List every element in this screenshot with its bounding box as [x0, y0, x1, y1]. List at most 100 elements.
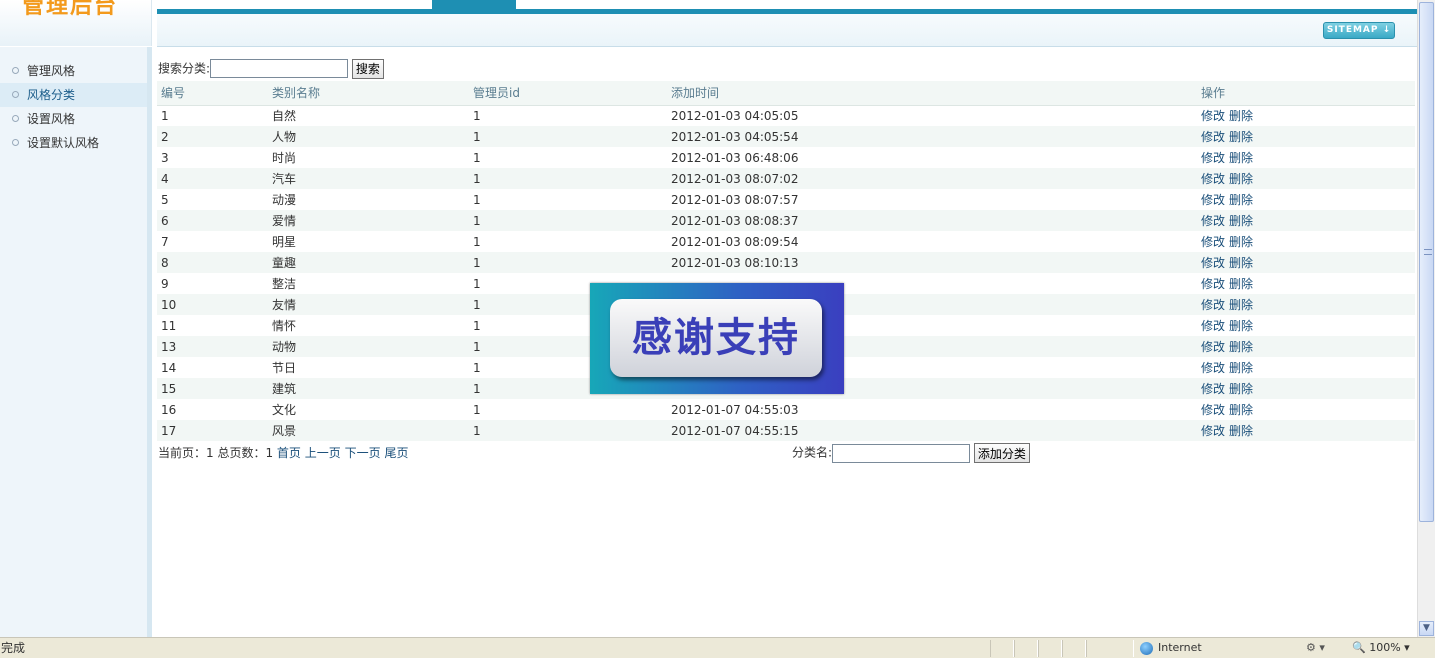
search-button[interactable]: 搜索: [351, 58, 384, 79]
edit-link[interactable]: 修改: [1201, 340, 1225, 354]
edit-link[interactable]: 修改: [1201, 130, 1225, 144]
edit-link[interactable]: 修改: [1201, 361, 1225, 375]
delete-link[interactable]: 删除: [1229, 298, 1253, 312]
sidebar-item-label: 管理风格: [27, 64, 76, 78]
edit-link[interactable]: 修改: [1201, 214, 1225, 228]
sidebar-item-label: 风格分类: [27, 88, 76, 102]
cell-actions: 修改 删除: [1197, 399, 1415, 420]
cell-id: 7: [157, 231, 268, 252]
logo-text: 管理后台: [22, 0, 119, 19]
cell-name: 自然: [268, 105, 469, 126]
scroll-down-arrow-icon[interactable]: ▼: [1419, 621, 1434, 636]
last-page-link[interactable]: 尾页: [384, 446, 408, 460]
zoom-icon: 🔍: [1352, 641, 1366, 654]
edit-link[interactable]: 修改: [1201, 277, 1225, 291]
delete-link[interactable]: 删除: [1229, 382, 1253, 396]
sidebar-item-manage-style[interactable]: 管理风格: [0, 59, 147, 83]
cell-id: 9: [157, 273, 268, 294]
sidebar-item-set-style[interactable]: 设置风格: [0, 107, 147, 131]
delete-link[interactable]: 删除: [1229, 319, 1253, 333]
delete-link[interactable]: 删除: [1229, 361, 1253, 375]
top-nav-bar: [157, 0, 1417, 14]
table-row: 16 文化 1 2012-01-07 04:55:03 修改 删除: [157, 399, 1415, 420]
status-segment: [1062, 640, 1086, 657]
cell-id: 4: [157, 168, 268, 189]
sidebar-menu: 管理风格 风格分类 设置风格 设置默认风格: [0, 59, 147, 155]
cell-actions: 修改 删除: [1197, 315, 1415, 336]
vertical-scrollbar[interactable]: ▼: [1417, 0, 1435, 637]
globe-icon: [1140, 641, 1153, 655]
cell-actions: 修改 删除: [1197, 168, 1415, 189]
status-text: 完成: [1, 641, 26, 655]
cell-name: 整洁: [268, 273, 469, 294]
cell-actions: 修改 删除: [1197, 336, 1415, 357]
delete-link[interactable]: 删除: [1229, 403, 1253, 417]
table-row: 5 动漫 1 2012-01-03 08:07:57 修改 删除: [157, 189, 1415, 210]
cell-admin-id: 1: [469, 168, 667, 189]
column-header-id: 编号: [157, 81, 268, 106]
delete-link[interactable]: 删除: [1229, 235, 1253, 249]
edit-link[interactable]: 修改: [1201, 382, 1225, 396]
delete-link[interactable]: 删除: [1229, 172, 1253, 186]
edit-link[interactable]: 修改: [1201, 109, 1225, 123]
cell-name: 时尚: [268, 147, 469, 168]
cell-id: 2: [157, 126, 268, 147]
scrollbar-thumb[interactable]: [1419, 2, 1434, 522]
edit-link[interactable]: 修改: [1201, 403, 1225, 417]
cell-admin-id: 1: [469, 399, 667, 420]
edit-link[interactable]: 修改: [1201, 256, 1225, 270]
edit-link[interactable]: 修改: [1201, 193, 1225, 207]
sidebar-item-style-category[interactable]: 风格分类: [0, 83, 147, 107]
edit-link[interactable]: 修改: [1201, 319, 1225, 333]
sidebar-item-set-default-style[interactable]: 设置默认风格: [0, 131, 147, 155]
delete-link[interactable]: 删除: [1229, 424, 1253, 438]
cell-time: 2012-01-03 08:10:13: [667, 252, 1197, 273]
delete-link[interactable]: 删除: [1229, 340, 1253, 354]
cell-id: 6: [157, 210, 268, 231]
top-nav-active-tab[interactable]: [432, 0, 516, 10]
column-header-name: 类别名称: [268, 81, 469, 106]
add-category-button[interactable]: 添加分类: [973, 443, 1030, 463]
edit-link[interactable]: 修改: [1201, 424, 1225, 438]
edit-link[interactable]: 修改: [1201, 298, 1225, 312]
thanks-banner: 感谢支持: [590, 283, 844, 394]
delete-link[interactable]: 删除: [1229, 277, 1253, 291]
bullet-icon: [12, 67, 19, 74]
edit-link[interactable]: 修改: [1201, 235, 1225, 249]
cell-actions: 修改 删除: [1197, 273, 1415, 294]
first-page-link[interactable]: 首页: [277, 446, 301, 460]
column-header-admin-id: 管理员id: [469, 81, 667, 106]
delete-link[interactable]: 删除: [1229, 130, 1253, 144]
delete-link[interactable]: 删除: [1229, 193, 1253, 207]
category-name-input[interactable]: [832, 443, 971, 463]
zone-label: Internet: [1158, 641, 1202, 654]
next-page-link[interactable]: 下一页: [345, 446, 381, 460]
cell-actions: 修改 删除: [1197, 210, 1415, 231]
cell-name: 风景: [268, 420, 469, 441]
delete-link[interactable]: 删除: [1229, 109, 1253, 123]
bullet-icon: [12, 139, 19, 146]
search-input[interactable]: [210, 59, 349, 78]
prev-page-link[interactable]: 上一页: [305, 446, 341, 460]
cell-id: 5: [157, 189, 268, 210]
protected-mode-icon[interactable]: ⚙ ▾: [1306, 638, 1325, 658]
status-segment: [1014, 640, 1038, 657]
cell-actions: 修改 删除: [1197, 378, 1415, 399]
zoom-control[interactable]: 🔍 100% ▾: [1352, 638, 1410, 658]
page-info: 当前页：1 总页数：1: [158, 446, 274, 460]
cell-time: 2012-01-03 04:05:54: [667, 126, 1197, 147]
delete-link[interactable]: 删除: [1229, 151, 1253, 165]
cell-time: 2012-01-03 08:07:02: [667, 168, 1197, 189]
delete-link[interactable]: 删除: [1229, 256, 1253, 270]
edit-link[interactable]: 修改: [1201, 151, 1225, 165]
delete-link[interactable]: 删除: [1229, 214, 1253, 228]
table-row: 2 人物 1 2012-01-03 04:05:54 修改 删除: [157, 126, 1415, 147]
cell-id: 15: [157, 378, 268, 399]
cell-time: 2012-01-03 06:48:06: [667, 147, 1197, 168]
sitemap-button[interactable]: SITEMAP ↓: [1323, 22, 1395, 39]
pagination: 当前页：1 总页数：1 首页 上一页 下一页 尾页: [158, 445, 408, 461]
edit-link[interactable]: 修改: [1201, 172, 1225, 186]
cell-time: 2012-01-03 08:09:54: [667, 231, 1197, 252]
cell-name: 人物: [268, 126, 469, 147]
cell-name: 动物: [268, 336, 469, 357]
